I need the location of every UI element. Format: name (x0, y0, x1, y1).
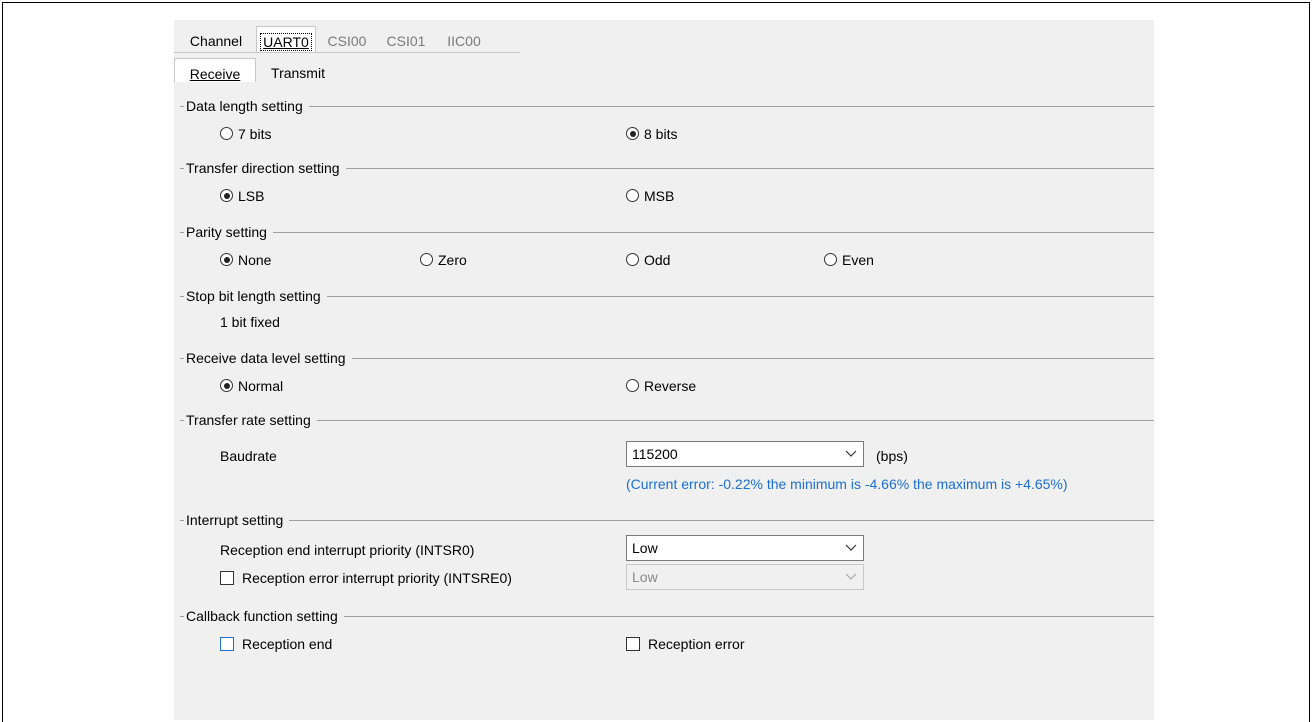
section-title: Stop bit length setting (186, 288, 327, 304)
tab-csi01-label: CSI01 (386, 33, 426, 49)
section-title: Callback function setting (186, 608, 344, 624)
tab-transmit-label: Transmit (271, 65, 325, 81)
radio-unchecked-icon (824, 253, 837, 266)
radio-checked-icon (220, 253, 233, 266)
section-stop-bit: Stop bit length setting (180, 288, 1154, 304)
reception-error-priority-value: Low (632, 569, 658, 585)
baudrate-unit: (bps) (876, 448, 908, 464)
radio-unchecked-icon (626, 379, 639, 392)
section-data-length: Data length setting (180, 98, 1154, 114)
section-transfer-rate: Transfer rate setting (180, 412, 1154, 428)
radio-checked-icon (220, 189, 233, 202)
section-parity: Parity setting (180, 224, 1154, 240)
baudrate-value: 115200 (632, 446, 678, 462)
radio-unchecked-icon (220, 127, 233, 140)
tab-uart0[interactable]: UART0 (256, 26, 316, 52)
reception-error-priority-select: Low (626, 564, 864, 590)
chevron-down-icon (845, 573, 857, 580)
reception-error-label: Reception error (648, 636, 745, 652)
section-title: Transfer rate setting (186, 412, 317, 428)
settings-panel: Channel UART0 CSI00 CSI01 IIC00 Receive … (174, 20, 1154, 720)
section-title: Parity setting (186, 224, 273, 240)
reception-error-priority-label: Reception error interrupt priority (INTS… (242, 570, 512, 586)
radio-unchecked-icon (626, 189, 639, 202)
checkbox-unchecked-icon (220, 637, 234, 651)
section-title: Data length setting (186, 98, 309, 114)
top-tab-underline (174, 52, 520, 53)
reception-end-priority-label: Reception end interrupt priority (INTSR0… (220, 542, 475, 558)
section-callback: Callback function setting (180, 608, 1154, 624)
baudrate-error-note: (Current error: -0.22% the minimum is -4… (626, 476, 1068, 492)
radio-unchecked-icon (626, 253, 639, 266)
tab-receive[interactable]: Receive (174, 58, 256, 84)
radio-unchecked-icon (420, 253, 433, 266)
tab-csi01[interactable]: CSI01 (378, 26, 434, 52)
radio-checked-icon (220, 379, 233, 392)
receive-settings: Data length setting 7 bits 8 bits Transf… (174, 82, 1154, 720)
chevron-down-icon (845, 544, 857, 551)
reception-end-priority-select[interactable]: Low (626, 535, 864, 561)
tab-transmit[interactable]: Transmit (258, 58, 338, 84)
sub-tab-bar: Receive Transmit (174, 58, 344, 84)
tab-iic00-label: IIC00 (447, 33, 481, 49)
tab-channel-label: Channel (189, 33, 243, 49)
tab-csi00-label: CSI00 (327, 33, 367, 49)
tab-csi00[interactable]: CSI00 (318, 26, 376, 52)
radio-checked-icon (626, 127, 639, 140)
tab-iic00[interactable]: IIC00 (436, 26, 492, 52)
reception-end-priority-value: Low (632, 540, 658, 556)
tab-receive-label: Receive (189, 66, 241, 82)
tab-uart0-label: UART0 (260, 33, 312, 51)
checkbox-unchecked-icon (626, 637, 640, 651)
section-title: Interrupt setting (186, 512, 290, 528)
section-title: Transfer direction setting (186, 160, 346, 176)
section-receive-level: Receive data level setting (180, 350, 1154, 366)
section-interrupt: Interrupt setting (180, 512, 1154, 528)
section-title: Receive data level setting (186, 350, 352, 366)
tab-channel[interactable]: Channel (178, 26, 254, 52)
section-transfer-direction: Transfer direction setting (180, 160, 1154, 176)
stop-bit-value: 1 bit fixed (220, 314, 280, 330)
baudrate-label: Baudrate (220, 448, 277, 464)
chevron-down-icon (845, 450, 857, 457)
reception-end-label: Reception end (242, 636, 333, 652)
checkbox-unchecked-icon (220, 571, 234, 585)
baudrate-select[interactable]: 115200 (626, 441, 864, 467)
top-tab-bar: Channel UART0 CSI00 CSI01 IIC00 (174, 26, 522, 52)
